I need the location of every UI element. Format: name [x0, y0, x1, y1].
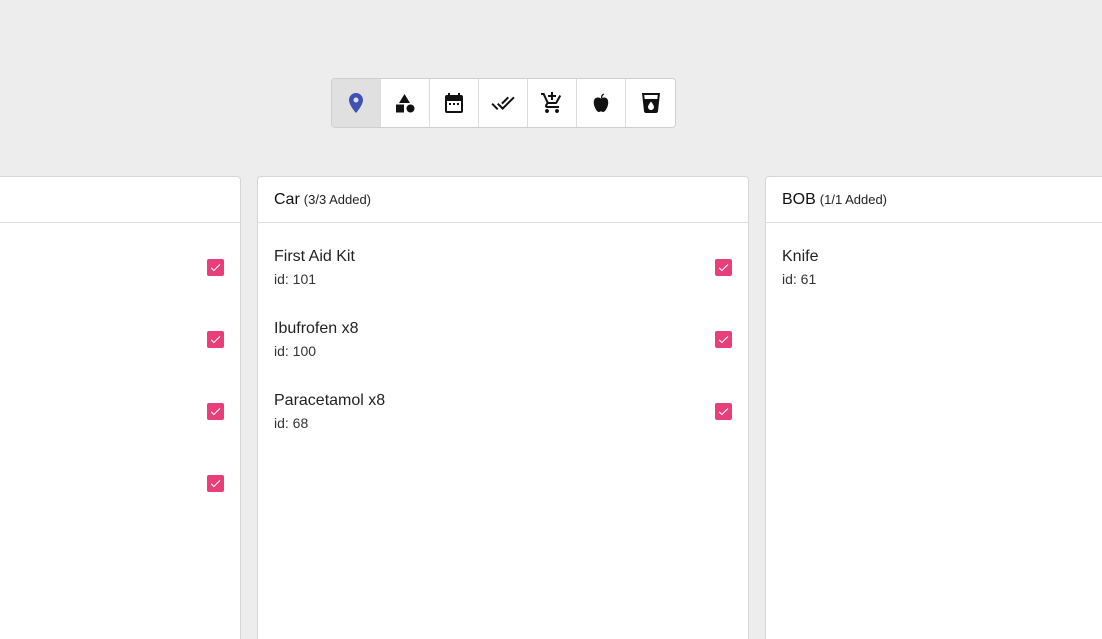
check-icon [210, 264, 221, 272]
category-toggle-group [331, 78, 676, 128]
location-toggle[interactable] [332, 79, 381, 127]
item-checkbox[interactable] [207, 403, 224, 420]
item-list: First Aid Kit id: 101 Ibufrofen x8 id: 1… [258, 223, 748, 457]
list-item: First Aid Kit id: 101 [258, 241, 748, 313]
location-pin-icon [349, 93, 363, 113]
add-cart-icon [541, 92, 562, 113]
done-toggle[interactable] [479, 79, 528, 127]
list-item: Ibufrofen x8 id: 100 [258, 313, 748, 385]
added-count: (1/1 Added) [819, 192, 888, 207]
column-title: BOB [782, 190, 816, 208]
apple-icon [593, 93, 609, 113]
item-checkbox[interactable] [207, 475, 224, 492]
item-name: Knife [782, 248, 819, 265]
list-item: Knife id: 61 [766, 241, 1102, 313]
check-icon [210, 336, 221, 344]
item-list [0, 223, 240, 529]
food-toggle[interactable] [577, 79, 626, 127]
item-id: id: 100 [274, 343, 317, 359]
item-checkbox[interactable] [715, 259, 732, 276]
check-icon [718, 264, 729, 272]
check-icon [718, 408, 729, 416]
column-card-car: Car (3/3 Added) First Aid Kit id: 101 Ib… [257, 176, 749, 639]
date-toggle[interactable] [430, 79, 479, 127]
shapes-icon [396, 94, 415, 113]
column-title: Car [274, 190, 300, 208]
column-card-bob: BOB (1/1 Added) Knife id: 61 [765, 176, 1102, 639]
column-header: Car (3/3 Added) [258, 177, 748, 223]
item-checkbox[interactable] [715, 403, 732, 420]
item-name: Ibufrofen x8 [274, 320, 359, 337]
check-icon [210, 408, 221, 416]
item-id: id: 101 [274, 271, 317, 287]
item-checkbox[interactable] [207, 259, 224, 276]
check-icon [210, 480, 221, 488]
item-checkbox[interactable] [207, 331, 224, 348]
category-toggle[interactable] [381, 79, 430, 127]
column-header: BOB (1/1 Added) [766, 177, 1102, 223]
list-item [0, 313, 240, 385]
drink-toggle[interactable] [626, 79, 675, 127]
add-to-cart-toggle[interactable] [528, 79, 577, 127]
item-list: Knife id: 61 [766, 223, 1102, 313]
item-checkbox[interactable] [715, 331, 732, 348]
added-count: (3/3 Added) [303, 192, 371, 207]
check-icon [718, 336, 729, 344]
list-item [0, 241, 240, 313]
water-glass-icon [641, 93, 660, 113]
item-name: Paracetamol x8 [274, 392, 386, 409]
done-all-icon [491, 96, 515, 110]
item-id: id: 61 [782, 271, 817, 287]
list-item [0, 385, 240, 457]
list-item [0, 457, 240, 529]
column-header [0, 177, 240, 223]
list-item: Paracetamol x8 id: 68 [258, 385, 748, 457]
column-card-0 [0, 176, 241, 639]
item-id: id: 68 [274, 415, 309, 431]
calendar-icon [445, 93, 463, 113]
item-name: First Aid Kit [274, 248, 355, 265]
